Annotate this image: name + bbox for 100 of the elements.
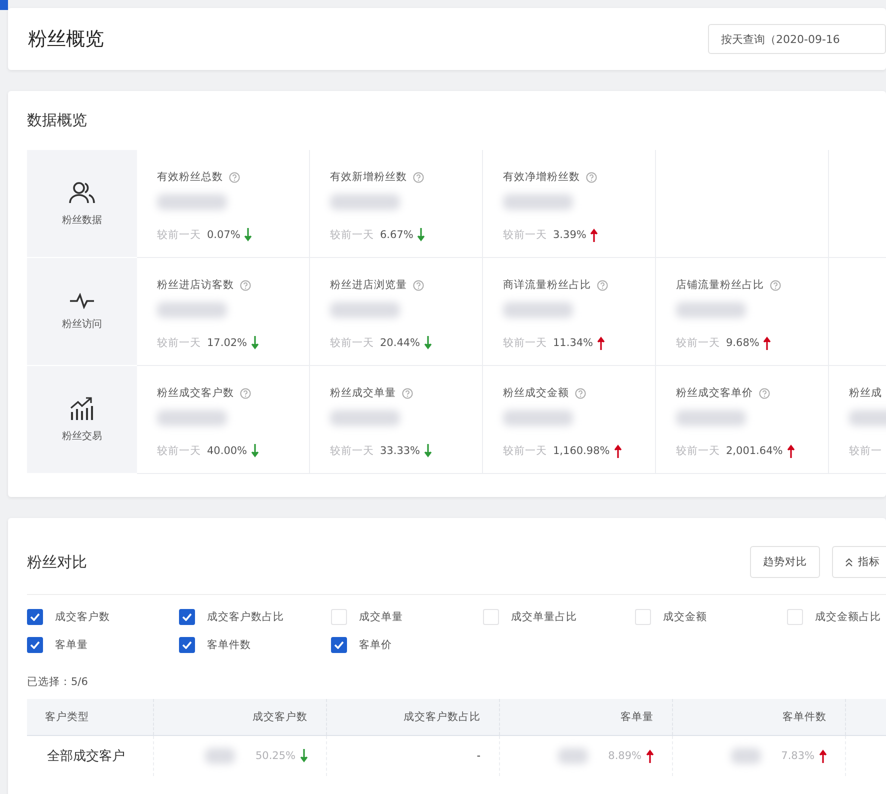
section-title: 数据概览 [27,111,88,130]
accent-bar [0,0,8,10]
checkbox[interactable] [331,637,347,653]
metric-label: 粉丝成交单量 [330,386,396,400]
section-title: 粉丝对比 [27,552,87,572]
blurred-value [157,410,227,426]
metric-label: 商详流量粉丝占比 [503,278,591,292]
checkbox-label: 客单件数 [207,638,251,652]
metric-label: 店铺流量粉丝占比 [676,278,764,292]
compare-label: 较前一天 [330,228,374,242]
help-icon [575,388,586,398]
category-label: 粉丝交易 [62,430,102,442]
indicator-button[interactable]: 指标 [832,546,886,578]
checkbox[interactable] [27,609,43,625]
check-icon [182,641,192,649]
help-icon [402,388,413,398]
change-value: 50.25% [255,750,296,762]
checkbox-label: 成交单量 [359,610,403,624]
change-value: 1,160.98% [553,445,610,457]
check-icon [30,613,40,621]
blurred-value [157,302,227,318]
bar-chart-icon [69,396,95,420]
metric-label: 有效粉丝总数 [157,170,223,184]
compare-label: 较前一天 [503,444,547,458]
help-icon [586,172,597,182]
change-value: 40.00% [207,445,248,457]
checkbox-label: 成交客户数 [55,610,110,624]
compare-label: 较前一天 [503,228,547,242]
category-label: 粉丝访问 [62,318,102,330]
compare-label: 较前一天 [676,444,720,458]
change-value: 0.07% [207,229,240,241]
help-icon [770,280,781,290]
change-value: 3.39% [553,229,586,241]
compare-label: 较前一天 [157,444,201,458]
checkbox[interactable] [179,609,195,625]
metric-label: 粉丝成交金额 [503,386,569,400]
table-cell: 全部成交客户 [47,748,125,764]
check-icon [30,641,40,649]
change-value: 8.89% [608,750,642,762]
blurred-value [157,194,227,210]
column-header: 客单量 [499,699,672,735]
check-icon [182,613,192,621]
metric-label: 粉丝成交客单价 [676,386,753,400]
change-value: 33.33% [380,445,420,457]
change-value: 6.67% [380,229,414,241]
pulse-icon [69,292,95,308]
blurred-value [503,410,573,426]
checkbox[interactable] [179,637,195,653]
metric-label: 粉丝进店访客数 [157,278,234,292]
page-title: 粉丝概览 [28,27,104,52]
compare-label: 较前一 [849,444,882,458]
check-icon [334,641,344,649]
column-header: 客单件数 [672,699,845,735]
metric-label: 有效新增粉丝数 [330,170,407,184]
checkbox-label: 成交金额占比 [815,610,881,624]
category-label: 粉丝数据 [62,214,102,226]
double-caret-icon [845,558,853,566]
checkbox-label: 成交客户数占比 [207,610,284,624]
column-header: 成交客户数占比 [326,699,499,735]
checkbox[interactable] [27,637,43,653]
compare-label: 较前一天 [330,336,374,350]
help-icon [413,172,424,182]
compare-label: 较前一天 [503,336,547,350]
metric-label: 粉丝成交客户数 [157,386,234,400]
metric-label: 粉丝成 [849,386,882,400]
blurred-value [503,302,573,318]
people-icon [69,180,95,204]
compare-label: 较前一天 [676,336,720,350]
compare-label: 较前一天 [330,444,374,458]
help-icon [240,280,251,290]
checkbox-label: 客单价 [359,638,392,652]
help-icon [240,388,251,398]
change-value: 2,001.64% [726,445,783,457]
change-value: 11.34% [553,337,594,349]
blurred-value [330,302,400,318]
blurred-value [731,748,762,764]
blurred-value [676,302,746,318]
blurred-value [676,410,746,426]
table-cell: - [476,750,480,762]
metric-label: 粉丝进店浏览量 [330,278,407,292]
selected-count: 已选择：5/6 [27,675,89,689]
blurred-value [330,410,400,426]
checkbox-label: 成交金额 [663,610,707,624]
date-query-button[interactable]: 按天查询（2020-09-16 [708,24,886,54]
change-value: 20.44% [380,337,420,349]
column-header: 成交客户数 [153,699,326,735]
blurred-value [558,748,588,764]
blurred-value [330,194,400,210]
column-header: 客户类型 [27,699,153,735]
change-value: 17.02% [207,337,248,349]
compare-label: 较前一天 [157,336,201,350]
blurred-value [205,748,236,764]
change-value: 7.83% [781,750,814,762]
trend-compare-button[interactable]: 趋势对比 [750,546,820,578]
blurred-value [503,194,573,210]
help-icon [413,280,424,290]
help-icon [597,280,608,290]
compare-label: 较前一天 [157,228,201,242]
help-icon [229,172,240,182]
metric-label: 有效净增粉丝数 [503,170,580,184]
